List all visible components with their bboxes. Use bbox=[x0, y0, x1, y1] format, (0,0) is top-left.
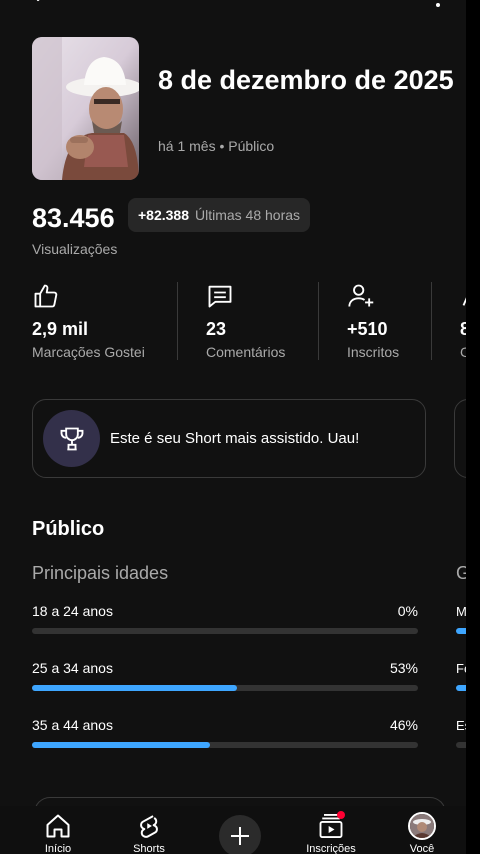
nav-you[interactable]: Você bbox=[387, 806, 457, 854]
home-icon bbox=[46, 814, 70, 838]
trophy-icon bbox=[60, 427, 83, 450]
top-short-card[interactable]: Este é seu Short mais assistido. Uau! bbox=[32, 399, 426, 478]
back-arrow-icon[interactable] bbox=[32, 0, 52, 10]
video-title: 8 de dezembro de 2025 bbox=[158, 65, 454, 95]
age-range-percent: 53% bbox=[389, 660, 418, 676]
metric-comments[interactable]: 23 Comentários bbox=[206, 282, 316, 362]
top-ages-title: Principais idades bbox=[32, 563, 169, 583]
comment-icon bbox=[208, 285, 232, 308]
views-label: Visualizações bbox=[32, 241, 118, 257]
analytics-screen: 8 de dezembro de 2025 há 1 mês • Público… bbox=[0, 0, 466, 854]
metric-likes-value: 2,9 mil bbox=[32, 319, 89, 339]
age-bar-track bbox=[32, 628, 418, 634]
age-bar-track bbox=[32, 742, 418, 748]
create-button[interactable] bbox=[219, 815, 261, 854]
metric-subscribers-label: Inscritos bbox=[347, 344, 400, 360]
next-card[interactable] bbox=[454, 399, 466, 478]
metric-subscribers-value: +510 bbox=[347, 319, 388, 339]
notification-dot bbox=[337, 811, 345, 819]
age-bar-fill bbox=[32, 685, 237, 691]
avatar bbox=[408, 812, 436, 840]
views-delta-value: +82.388 bbox=[138, 207, 189, 223]
screen-edge bbox=[466, 0, 480, 854]
plus-icon bbox=[231, 827, 249, 845]
nav-shorts-label: Shorts bbox=[133, 843, 165, 854]
age-range-percent: 46% bbox=[389, 717, 418, 733]
age-range-label: 35 a 44 anos bbox=[32, 717, 113, 733]
metric-comments-value: 23 bbox=[206, 319, 227, 339]
shorts-icon bbox=[140, 815, 158, 838]
metric-likes-label: Marcações Gostei bbox=[32, 344, 145, 360]
nav-home[interactable]: Início bbox=[23, 806, 93, 854]
views-count: 83.456 bbox=[32, 203, 115, 233]
metric-divider bbox=[431, 282, 432, 360]
thumbs-up-icon bbox=[34, 284, 58, 308]
age-range-percent: 0% bbox=[397, 603, 418, 619]
person-add-icon bbox=[348, 284, 374, 307]
gender-label-cut: M bbox=[456, 604, 466, 619]
age-range-label: 18 a 24 anos bbox=[32, 603, 113, 619]
metric-likes[interactable]: 2,9 mil Marcações Gostei bbox=[32, 282, 172, 362]
metric-comments-label: Comentários bbox=[206, 344, 286, 360]
nav-subscriptions-label: Inscrições bbox=[306, 843, 356, 854]
age-bar-fill bbox=[32, 742, 210, 748]
trophy-badge bbox=[43, 410, 100, 467]
views-delta-badge: +82.388 Últimas 48 horas bbox=[128, 198, 311, 232]
nav-shorts[interactable]: Shorts bbox=[114, 806, 184, 854]
gender-label-cut: Es bbox=[456, 718, 466, 733]
bottom-nav: Início Shorts Inscrições Você bbox=[0, 806, 466, 854]
metric-subscribers[interactable]: +510 Inscritos bbox=[347, 282, 427, 362]
top-short-text: Este é seu Short mais assistido. Uau! bbox=[110, 430, 360, 447]
age-range-label: 25 a 34 anos bbox=[32, 660, 113, 676]
nav-subscriptions[interactable]: Inscrições bbox=[296, 806, 366, 854]
gender-bar-cut bbox=[456, 628, 466, 634]
audience-title: Público bbox=[32, 518, 105, 540]
gender-label-cut: Fe bbox=[456, 661, 466, 676]
video-thumbnail[interactable] bbox=[32, 37, 139, 180]
nav-home-label: Início bbox=[44, 843, 72, 854]
metric-divider bbox=[318, 282, 319, 360]
gender-bar-cut bbox=[456, 685, 466, 691]
views-delta-period: Últimas 48 horas bbox=[195, 207, 301, 223]
gender-bar-cut bbox=[456, 742, 466, 748]
metric-divider bbox=[177, 282, 178, 360]
nav-you-label: Você bbox=[409, 843, 435, 854]
more-options-icon[interactable] bbox=[433, 0, 443, 12]
video-meta: há 1 mês • Público bbox=[158, 138, 275, 154]
gender-title-cut: G bbox=[456, 563, 466, 583]
age-bar-track bbox=[32, 685, 418, 691]
